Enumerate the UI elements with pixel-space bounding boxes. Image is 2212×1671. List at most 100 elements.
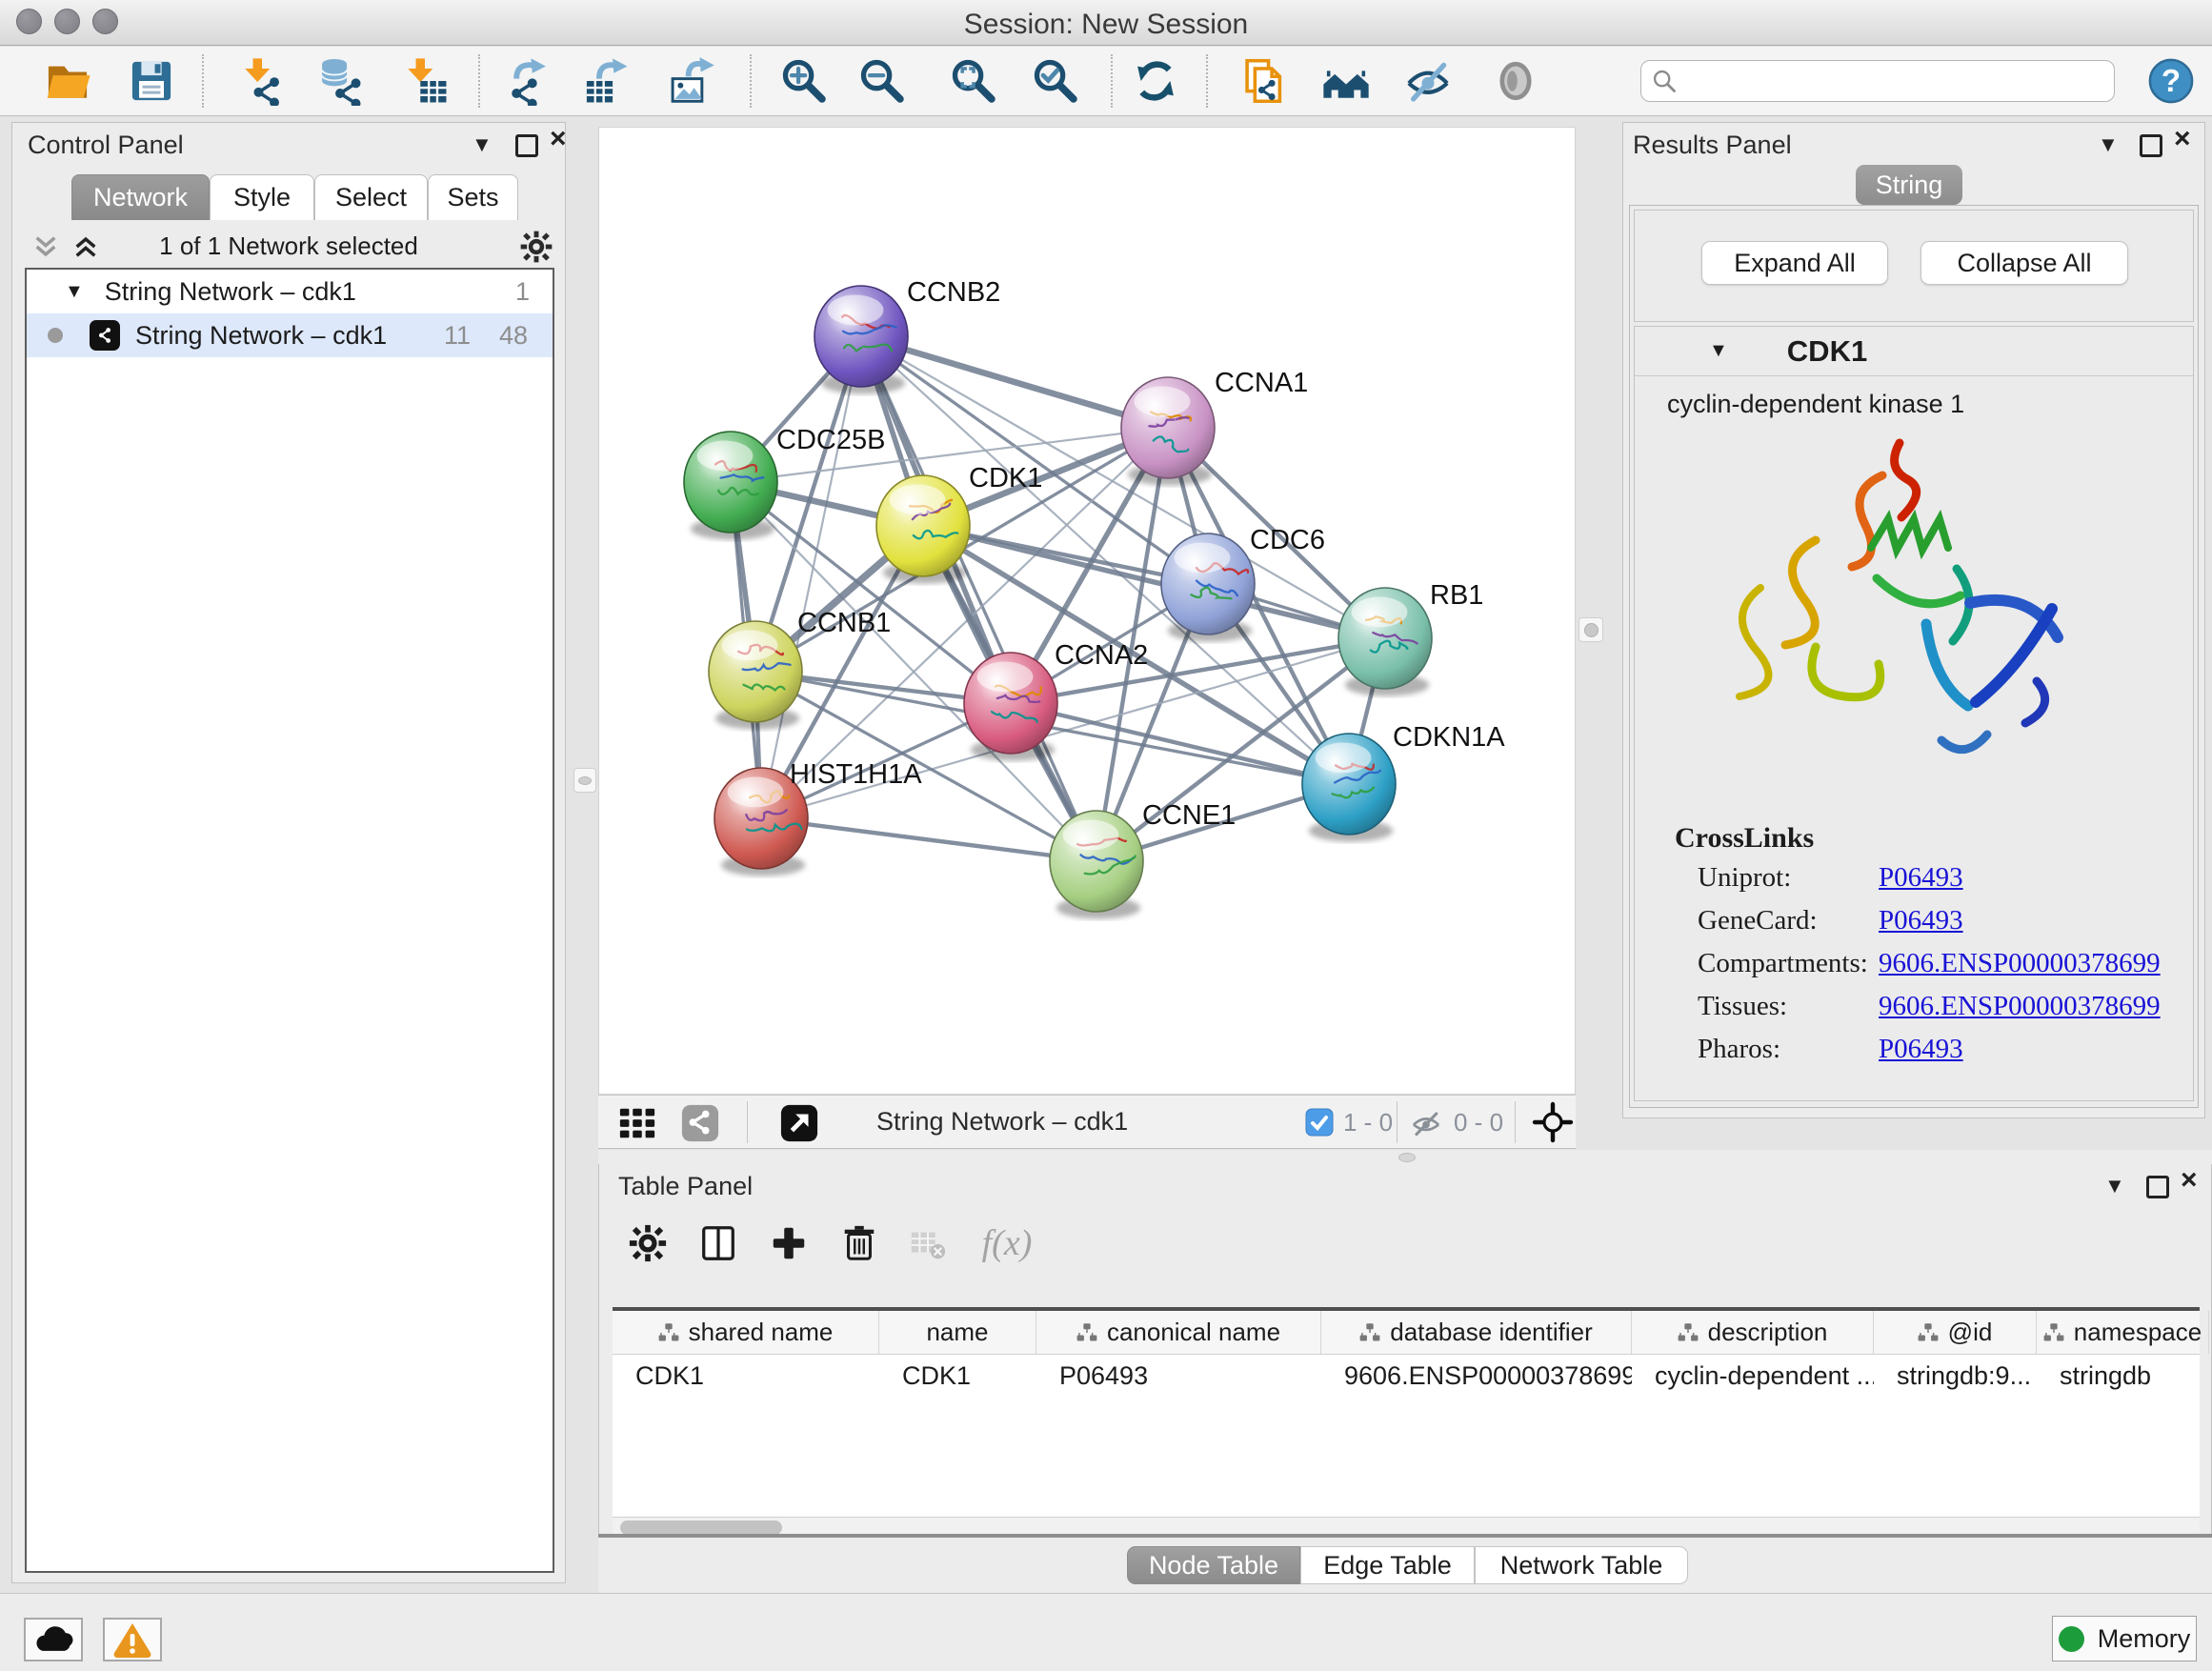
memory-button[interactable]: Memory bbox=[2052, 1616, 2197, 1661]
node-label-CDKN1A: CDKN1A bbox=[1393, 722, 1505, 753]
cell-description[interactable]: cyclin-dependent ... bbox=[1632, 1355, 1874, 1397]
create-column-icon[interactable] bbox=[765, 1219, 813, 1267]
node-CDC6[interactable] bbox=[1161, 534, 1255, 642]
string-network-graph[interactable]: CCNB2CCNA1CDC25BCDK1CDC6RB1CCNB1CCNA2CDK… bbox=[599, 128, 1575, 1094]
cloud-icon[interactable] bbox=[24, 1618, 83, 1661]
node-CDK1[interactable] bbox=[876, 475, 970, 584]
maximize-panel-icon[interactable] bbox=[515, 134, 538, 157]
cell-shared-name[interactable]: CDK1 bbox=[613, 1355, 879, 1397]
tab-network-table[interactable]: Network Table bbox=[1475, 1546, 1688, 1584]
node-CCNA1[interactable] bbox=[1121, 377, 1215, 486]
detach-view-icon[interactable] bbox=[779, 1103, 819, 1143]
crosslink-row: Uniprot:P06493 bbox=[1698, 862, 2174, 894]
column-header-database-identifier[interactable]: database identifier bbox=[1321, 1311, 1632, 1354]
column-header-namespace[interactable]: namespace bbox=[2037, 1311, 2209, 1354]
hierarchy-icon bbox=[658, 1322, 679, 1343]
show-columns-icon[interactable] bbox=[694, 1219, 742, 1267]
column-header-name[interactable]: name bbox=[879, 1311, 1036, 1354]
import-table-icon[interactable] bbox=[397, 53, 452, 109]
gear-icon[interactable] bbox=[519, 230, 553, 264]
cell-canonical-name[interactable]: P06493 bbox=[1036, 1355, 1321, 1397]
network-collection-row[interactable]: ▼ String Network – cdk1 1 bbox=[27, 270, 553, 313]
zoom-in-icon[interactable] bbox=[776, 53, 832, 109]
table-row[interactable]: CDK1CDK1P064939606.ENSP00000378699cyclin… bbox=[613, 1355, 2200, 1397]
node-CCNE1[interactable] bbox=[1050, 811, 1143, 919]
open-folder-icon[interactable] bbox=[40, 53, 95, 109]
search-input[interactable] bbox=[1678, 67, 2114, 96]
close-panel-icon[interactable]: × bbox=[2174, 127, 2191, 151]
export-network-icon[interactable] bbox=[500, 53, 555, 109]
delete-column-icon[interactable] bbox=[835, 1219, 883, 1267]
network-share-icon[interactable] bbox=[680, 1103, 720, 1143]
expand-all-button[interactable]: Expand All bbox=[1701, 241, 1888, 285]
edge-CCNB2-CCNA1[interactable] bbox=[861, 336, 1168, 428]
float-panel-icon[interactable]: ▼ bbox=[2098, 132, 2119, 157]
selected-checkbox-icon[interactable] bbox=[1305, 1108, 1334, 1137]
zoom-out-icon[interactable] bbox=[855, 53, 910, 109]
crosshair-icon[interactable] bbox=[1532, 1101, 1574, 1143]
float-panel-icon[interactable]: ▼ bbox=[472, 132, 493, 157]
crosslink-link[interactable]: 9606.ENSP00000378699 bbox=[1879, 991, 2161, 1022]
document-share-icon[interactable] bbox=[1237, 53, 1293, 109]
tab-edge-table[interactable]: Edge Table bbox=[1300, 1546, 1475, 1584]
tab-string[interactable]: String bbox=[1856, 165, 1962, 205]
status-bar: Memory bbox=[0, 1593, 2212, 1671]
gene-section-header[interactable]: ▼ CDK1 bbox=[1635, 327, 2193, 376]
splitter-grip[interactable] bbox=[1398, 1153, 1416, 1162]
cell-name[interactable]: CDK1 bbox=[879, 1355, 1036, 1397]
horizontal-splitter[interactable] bbox=[598, 1150, 2212, 1164]
crosslink-link[interactable]: P06493 bbox=[1879, 905, 1963, 936]
node-RB1[interactable] bbox=[1338, 588, 1432, 696]
close-panel-icon[interactable]: × bbox=[2181, 1168, 2198, 1193]
zoom-fit-icon[interactable] bbox=[946, 53, 1001, 109]
tab-sets[interactable]: Sets bbox=[428, 174, 518, 220]
node-CCNA2[interactable] bbox=[964, 653, 1057, 761]
network-row-selected[interactable]: String Network – cdk1 11 48 bbox=[27, 313, 553, 357]
maximize-panel-icon[interactable] bbox=[2140, 134, 2162, 157]
crosslink-link[interactable]: 9606.ENSP00000378699 bbox=[1879, 948, 2161, 979]
warning-icon[interactable] bbox=[103, 1618, 162, 1661]
gray-eye-icon[interactable] bbox=[1488, 53, 1543, 109]
node-CDC25B[interactable] bbox=[684, 432, 777, 540]
birds-eye-view-icon[interactable] bbox=[617, 1103, 657, 1143]
cell-namespace[interactable]: stringdb bbox=[2037, 1355, 2209, 1397]
tab-node-table[interactable]: Node Table bbox=[1127, 1546, 1300, 1584]
import-network-icon[interactable] bbox=[234, 53, 290, 109]
help-icon[interactable]: ? bbox=[2143, 53, 2199, 109]
column-header-description[interactable]: description bbox=[1632, 1311, 1874, 1354]
crosslink-link[interactable]: P06493 bbox=[1879, 862, 1963, 894]
save-icon[interactable] bbox=[124, 53, 179, 109]
scrollbar-thumb[interactable] bbox=[620, 1520, 782, 1535]
network-view-canvas[interactable]: CCNB2CCNA1CDC25BCDK1CDC6RB1CCNB1CCNA2CDK… bbox=[598, 127, 1576, 1095]
zoom-selected-icon[interactable] bbox=[1028, 53, 1083, 109]
column-header-shared-name[interactable]: shared name bbox=[613, 1311, 879, 1354]
node-CCNB1[interactable] bbox=[709, 621, 802, 730]
right-splitter-handle[interactable] bbox=[1579, 617, 1603, 642]
homes-icon[interactable] bbox=[1318, 53, 1374, 109]
cell-database-identifier[interactable]: 9606.ENSP00000378699 bbox=[1321, 1355, 1632, 1397]
collapse-all-button[interactable]: Collapse All bbox=[1920, 241, 2128, 285]
refresh-icon[interactable] bbox=[1128, 53, 1183, 109]
column-header--id[interactable]: @id bbox=[1874, 1311, 2037, 1354]
close-panel-icon[interactable]: × bbox=[550, 127, 567, 151]
export-image-icon[interactable] bbox=[663, 53, 718, 109]
edge-HIST1H1A-CCNE1[interactable] bbox=[761, 818, 1096, 861]
tab-network[interactable]: Network bbox=[71, 174, 210, 220]
column-header-canonical-name[interactable]: canonical name bbox=[1036, 1311, 1321, 1354]
node-CCNB2[interactable] bbox=[814, 286, 908, 394]
table-gear-icon[interactable] bbox=[624, 1219, 672, 1267]
hide-eye-icon[interactable] bbox=[1400, 53, 1456, 109]
maximize-panel-icon[interactable] bbox=[2146, 1176, 2169, 1198]
section-collapse-icon[interactable]: ▼ bbox=[1709, 340, 1728, 362]
float-panel-icon[interactable]: ▼ bbox=[2104, 1174, 2125, 1198]
edge-CCNB2-HIST1H1A[interactable] bbox=[761, 336, 861, 818]
left-splitter-handle[interactable] bbox=[573, 768, 596, 793]
tree-expand-icon[interactable]: ▼ bbox=[65, 281, 84, 303]
import-database-icon[interactable] bbox=[312, 53, 368, 109]
export-table-icon[interactable] bbox=[578, 53, 633, 109]
tab-style[interactable]: Style bbox=[210, 174, 314, 220]
tab-select[interactable]: Select bbox=[314, 174, 428, 220]
crosslink-link[interactable]: P06493 bbox=[1879, 1034, 1963, 1065]
node-CDKN1A[interactable] bbox=[1302, 734, 1396, 842]
cell--id[interactable]: stringdb:9... bbox=[1874, 1355, 2037, 1397]
